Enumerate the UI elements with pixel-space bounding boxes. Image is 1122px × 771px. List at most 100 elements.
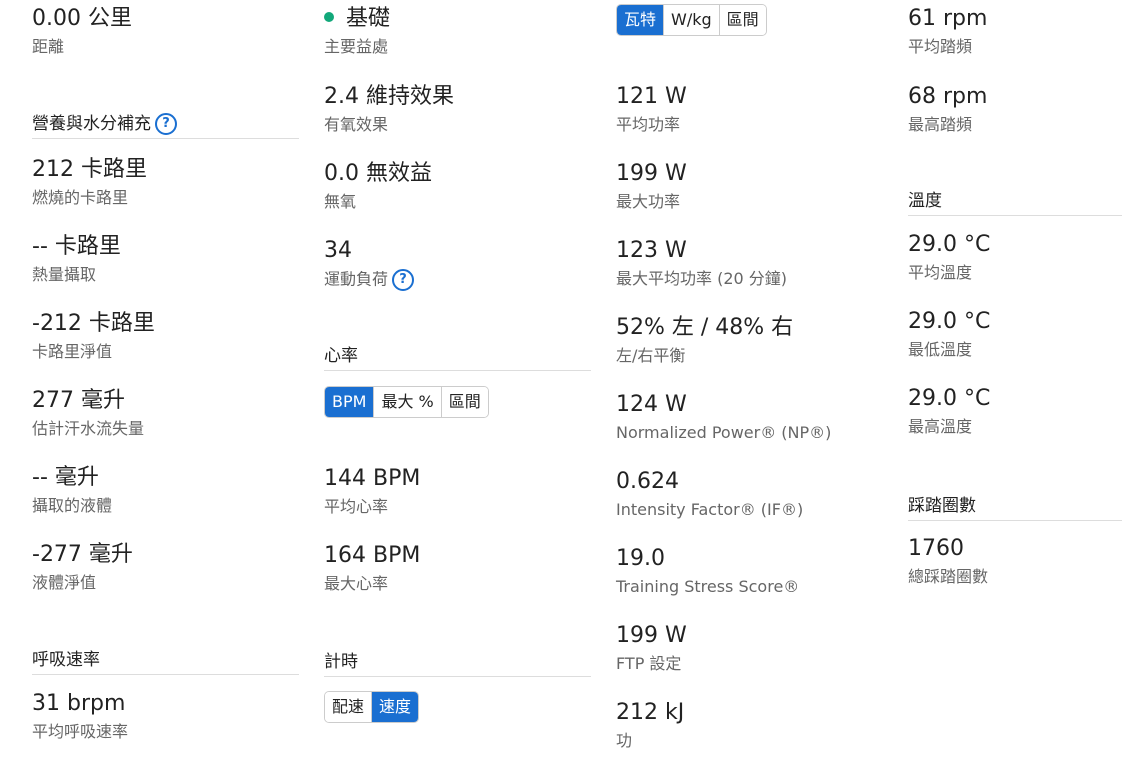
stat-min-temp: 29.0 °C 最低溫度 — [908, 308, 990, 360]
stat-avg-power: 121 W 平均功率 — [616, 83, 687, 135]
avg-cadence-value: 61 rpm — [908, 6, 988, 31]
max-temp-value: 29.0 °C — [908, 386, 991, 411]
timing-toggle-pace[interactable]: 配速 — [325, 692, 372, 722]
avg-hr-value: 144 BPM — [324, 466, 421, 491]
temperature-section-title: 溫度 — [908, 190, 1122, 216]
stat-work: 212 kJ 功 — [616, 699, 684, 751]
stat-lr-balance: 52% 左 / 48% 右 左/右平衡 — [616, 314, 793, 366]
primary-benefit-label: 主要益處 — [324, 37, 389, 56]
calories-intake-value: -- 卡路里 — [32, 234, 121, 259]
distance-value: 0.00 公里 — [32, 6, 132, 31]
power-toggle-zones[interactable]: 區間 — [718, 5, 766, 35]
anaerobic-effect-value: 0.0 無效益 — [324, 161, 432, 186]
fluid-net-label: 液體淨值 — [32, 573, 97, 592]
calories-net-value: -212 卡路里 — [32, 311, 155, 336]
ftp-label: FTP 設定 — [616, 654, 682, 673]
sweat-loss-value: 277 毫升 — [32, 388, 125, 413]
max-temp-label: 最高溫度 — [908, 417, 973, 436]
avg-power-label: 平均功率 — [616, 115, 681, 134]
total-strokes-label: 總踩踏圈數 — [908, 567, 989, 586]
help-icon[interactable]: ? — [155, 113, 177, 135]
min-temp-value: 29.0 °C — [908, 309, 991, 334]
stat-if: 0.624 Intensity Factor® (IF®) — [616, 468, 803, 520]
nutrition-title-text: 營養與水分補充 — [32, 114, 151, 134]
max-hr-value: 164 BPM — [324, 543, 421, 568]
nutrition-section-title: 營養與水分補充? — [32, 113, 299, 139]
max-power-value: 199 W — [616, 161, 687, 186]
stat-ftp: 199 W FTP 設定 — [616, 622, 687, 674]
tss-label: Training Stress Score® — [616, 577, 800, 596]
max-cadence-value: 68 rpm — [908, 84, 988, 109]
work-label: 功 — [616, 731, 633, 750]
avg-temp-value: 29.0 °C — [908, 232, 991, 257]
avg-respiration-value: 31 brpm — [32, 691, 126, 716]
stat-aerobic-effect: 2.4 維持效果 有氧效果 — [324, 83, 454, 135]
stat-avg-cadence: 61 rpm 平均踏頻 — [908, 5, 987, 57]
stat-avg-temp: 29.0 °C 平均溫度 — [908, 231, 990, 283]
help-icon[interactable]: ? — [392, 269, 415, 291]
benefit-dot-icon — [324, 12, 334, 22]
heart-rate-section-title: 心率 — [324, 345, 591, 371]
aerobic-effect-label: 有氧效果 — [324, 115, 389, 134]
sweat-loss-label: 估計汗水流失量 — [32, 419, 145, 438]
stat-avg-respiration: 31 brpm 平均呼吸速率 — [32, 690, 128, 742]
anaerobic-effect-label: 無氧 — [324, 192, 357, 211]
lr-balance-value: 52% 左 / 48% 右 — [616, 315, 794, 340]
hr-toggle-bpm[interactable]: BPM — [325, 387, 374, 417]
stat-calories-net: -212 卡路里 卡路里淨值 — [32, 310, 155, 362]
hr-toggle-max-percent[interactable]: 最大 % — [373, 387, 441, 417]
power-toggle-wkg[interactable]: W/kg — [663, 5, 719, 35]
stat-np: 124 W Normalized Power® (NP®) — [616, 391, 831, 443]
stat-calories-burned: 212 卡路里 燃燒的卡路里 — [32, 156, 147, 208]
lr-balance-label: 左/右平衡 — [616, 346, 686, 365]
stat-training-load: 34 運動負荷? — [324, 237, 415, 291]
calories-net-label: 卡路里淨值 — [32, 342, 113, 361]
power-unit-toggle: 瓦特 W/kg 區間 — [616, 4, 767, 36]
stat-tss: 19.0 Training Stress Score® — [616, 545, 799, 597]
max-avg-power-20-label: 最大平均功率 (20 分鐘) — [616, 269, 788, 288]
work-value: 212 kJ — [616, 700, 685, 725]
stat-calories-intake: -- 卡路里 熱量攝取 — [32, 233, 121, 285]
stat-max-hr: 164 BPM 最大心率 — [324, 542, 420, 594]
np-label: Normalized Power® (NP®) — [616, 423, 832, 442]
hr-toggle-zones[interactable]: 區間 — [440, 387, 488, 417]
avg-temp-label: 平均溫度 — [908, 263, 973, 282]
training-load-label-row: 運動負荷? — [324, 269, 415, 291]
avg-cadence-label: 平均踏頻 — [908, 37, 973, 56]
max-avg-power-20-value: 123 W — [616, 238, 687, 263]
training-load-value: 34 — [324, 238, 352, 263]
total-strokes-value: 1760 — [908, 536, 964, 561]
np-value: 124 W — [616, 392, 687, 417]
training-load-label: 運動負荷 — [324, 269, 389, 289]
power-toggle-watts[interactable]: 瓦特 — [617, 5, 664, 35]
avg-hr-label: 平均心率 — [324, 497, 389, 516]
min-temp-label: 最低溫度 — [908, 340, 973, 359]
stat-fluid-intake: -- 毫升 攝取的液體 — [32, 464, 112, 516]
stat-max-avg-power-20: 123 W 最大平均功率 (20 分鐘) — [616, 237, 787, 289]
max-power-label: 最大功率 — [616, 192, 681, 211]
strokes-section-title: 踩踏圈數 — [908, 495, 1122, 521]
fluid-intake-label: 攝取的液體 — [32, 496, 113, 515]
stat-sweat-loss: 277 毫升 估計汗水流失量 — [32, 387, 144, 439]
stat-distance: 0.00 公里 距離 — [32, 5, 132, 57]
fluid-intake-value: -- 毫升 — [32, 465, 99, 490]
aerobic-effect-value: 2.4 維持效果 — [324, 84, 454, 109]
distance-label: 距離 — [32, 37, 65, 56]
stat-max-cadence: 68 rpm 最高踏頻 — [908, 83, 987, 135]
stat-fluid-net: -277 毫升 液體淨值 — [32, 541, 133, 593]
stat-max-temp: 29.0 °C 最高溫度 — [908, 385, 990, 437]
timing-unit-toggle: 配速 速度 — [324, 691, 420, 723]
stat-avg-hr: 144 BPM 平均心率 — [324, 465, 420, 517]
stat-max-power: 199 W 最大功率 — [616, 160, 687, 212]
primary-benefit-value: 基礎 — [346, 6, 391, 31]
avg-power-value: 121 W — [616, 84, 687, 109]
if-label: Intensity Factor® (IF®) — [616, 500, 804, 519]
ftp-value: 199 W — [616, 623, 687, 648]
heart-rate-unit-toggle: BPM 最大 % 區間 — [324, 386, 489, 418]
stat-total-strokes: 1760 總踩踏圈數 — [908, 535, 988, 587]
calories-intake-label: 熱量攝取 — [32, 265, 97, 284]
primary-benefit-value-row: 基礎 — [324, 5, 390, 33]
max-hr-label: 最大心率 — [324, 574, 389, 593]
stat-primary-benefit: 基礎 主要益處 — [324, 5, 390, 57]
timing-toggle-speed[interactable]: 速度 — [371, 692, 419, 722]
